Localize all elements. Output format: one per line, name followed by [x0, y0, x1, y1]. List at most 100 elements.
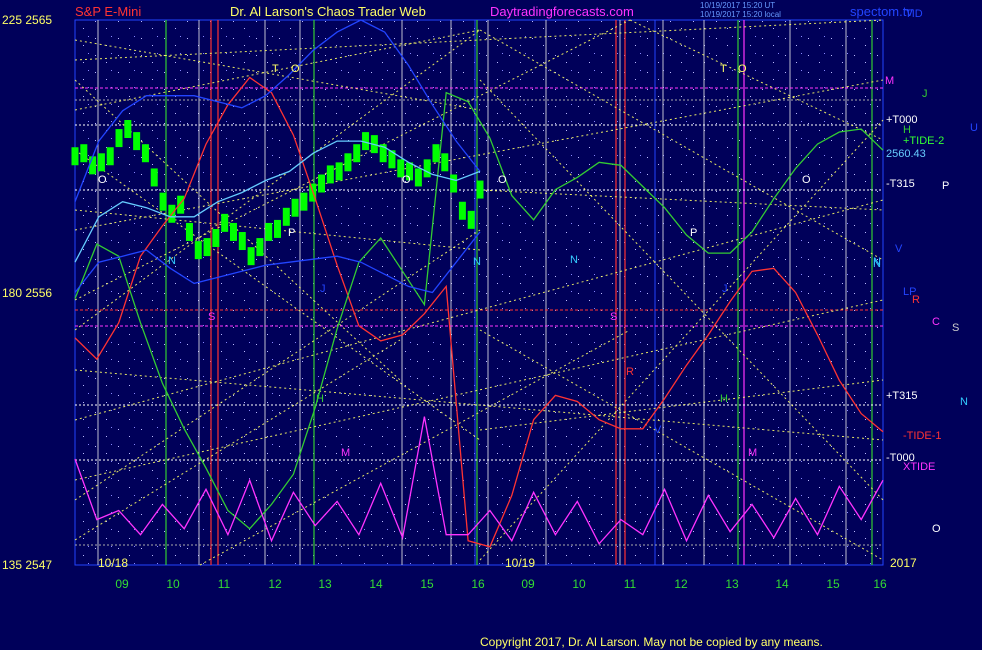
price-bar [106, 147, 114, 166]
planet-marker: S [208, 311, 216, 323]
price-bar [115, 129, 123, 148]
planet-marker: O [738, 63, 747, 75]
price-bar [185, 222, 193, 241]
planet-marker: N [168, 255, 176, 267]
plot-area [74, 19, 884, 566]
price-bar [256, 238, 264, 257]
price-bar [450, 174, 458, 193]
right-label: +T315 [886, 390, 918, 402]
price-bar [97, 153, 105, 172]
price-bar [432, 144, 440, 163]
planet-marker: H [316, 393, 324, 405]
right-label: -TIDE-1 [903, 430, 942, 442]
price-bar [141, 144, 149, 163]
right-label: U [970, 122, 978, 134]
y-tick-label: 180 2556 [2, 285, 53, 300]
price-bar [326, 165, 334, 184]
right-label: R [912, 294, 920, 306]
x-tick-label: 09 [521, 577, 535, 591]
x-tick-label: 12 [268, 577, 282, 591]
price-bar [291, 198, 299, 217]
date-label: 2017 [890, 556, 917, 570]
planet-marker: T [720, 63, 727, 75]
price-bar [203, 238, 211, 257]
price-bar [423, 159, 431, 178]
instrument-label: S&P E-Mini [75, 4, 142, 19]
right-label: P [942, 180, 950, 192]
price-bar [247, 247, 255, 266]
price-bar [221, 213, 229, 232]
copyright-notice: Copyright 2017, Dr. Al Larson. May not b… [480, 635, 823, 649]
planet-marker: O [98, 174, 107, 186]
price-bar [229, 222, 237, 241]
planet-marker: N [873, 256, 881, 268]
planet-marker: O [291, 63, 300, 75]
price-bar [274, 219, 281, 238]
right-label: C [932, 316, 940, 328]
price-bar [414, 168, 422, 187]
right-label: -T315 [886, 178, 915, 190]
right-label: N [960, 396, 968, 408]
price-bar [80, 144, 88, 163]
price-bar [318, 174, 326, 193]
price-bar [212, 229, 220, 247]
site-link[interactable]: Daytradingforecasts.com [490, 4, 634, 19]
right-label: +TIDE-2 [903, 135, 945, 147]
right-label: V [895, 243, 903, 255]
planet-marker: O [498, 174, 507, 186]
planet-marker: N [473, 256, 481, 268]
planet-marker: P [288, 227, 296, 239]
price-bar [282, 207, 290, 226]
planet-marker: N [570, 254, 578, 266]
right-label: +T000 [886, 114, 918, 126]
price-bar [133, 132, 141, 151]
planet-marker: S [610, 311, 618, 323]
price-bar [124, 120, 132, 138]
planet-marker: R [626, 366, 634, 378]
chaos-chart [71, 19, 884, 566]
planet-marker: M [341, 447, 351, 459]
x-tick-label: 12 [674, 577, 688, 591]
price-bar [177, 195, 185, 214]
x-tick-label: 09 [115, 577, 129, 591]
planet-marker: J [722, 283, 728, 295]
right-label: S [952, 322, 960, 334]
date-label: 10/18 [98, 556, 129, 570]
price-bar [476, 180, 484, 199]
planet-marker: O [402, 174, 411, 186]
price-bar [467, 210, 475, 229]
x-tick-label: 13 [725, 577, 739, 591]
planet-marker: P [690, 227, 698, 239]
price-bar [344, 153, 352, 172]
update-time-local: 10/19/2017 15:20 local [700, 10, 781, 19]
y-tick-label: 225 2565 [2, 13, 53, 27]
x-tick-label: 16 [873, 577, 887, 591]
x-tick-label: 16 [471, 577, 485, 591]
x-tick-label: 14 [369, 577, 383, 591]
right-label: 2560.43 [886, 148, 926, 160]
planet-marker: H [720, 393, 728, 405]
x-tick-label: 11 [217, 577, 231, 591]
price-bar [159, 192, 167, 211]
price-bar [238, 232, 246, 251]
brand-label: spectom.tv [850, 4, 913, 19]
price-bar [89, 156, 97, 175]
x-tick-label: 14 [775, 577, 789, 591]
right-label: O [932, 523, 941, 535]
x-tick-label: 15 [826, 577, 840, 591]
planet-marker: J [320, 283, 326, 295]
price-bar [458, 201, 466, 220]
price-bar [194, 241, 202, 260]
y-tick-label: 135 2547 [2, 558, 53, 572]
price-bar [265, 222, 273, 241]
price-bar [353, 144, 361, 163]
price-bar [300, 192, 308, 211]
x-tick-label: 10 [166, 577, 180, 591]
planet-marker: V [654, 424, 662, 436]
right-label: M [885, 75, 895, 87]
x-tick-label: 15 [420, 577, 434, 591]
price-bar [71, 147, 79, 166]
x-tick-label: 11 [623, 577, 637, 591]
x-tick-label: 13 [318, 577, 332, 591]
x-tick-label: 10 [572, 577, 586, 591]
